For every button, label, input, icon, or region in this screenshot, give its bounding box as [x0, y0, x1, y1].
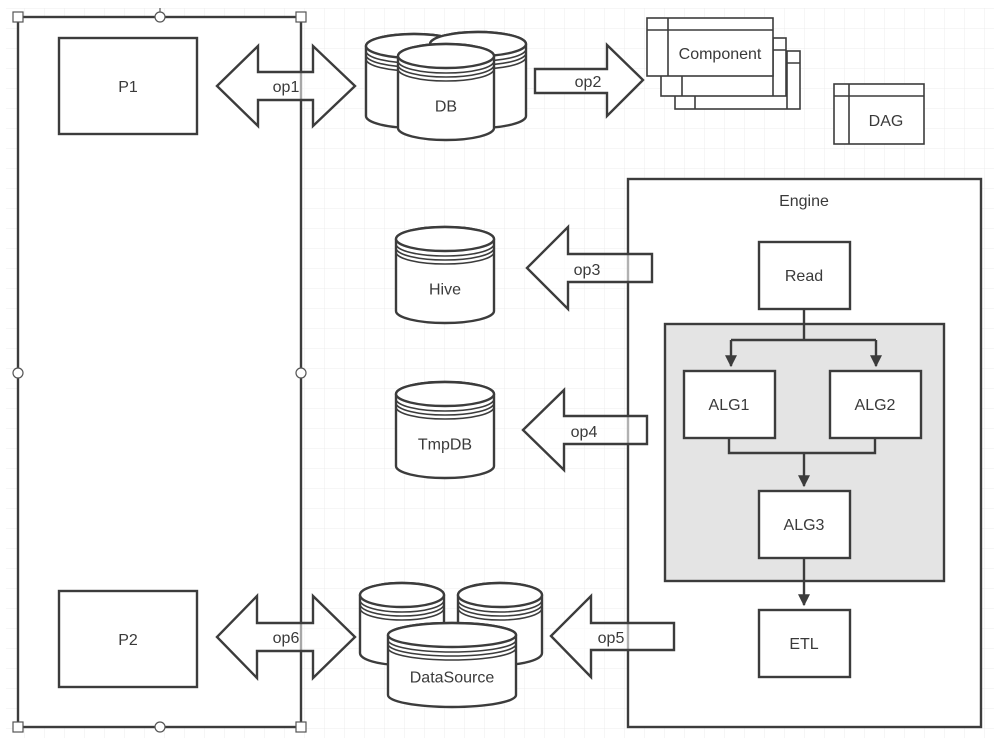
step-etl-label: ETL — [789, 636, 818, 653]
step-alg1-label: ALG1 — [709, 397, 750, 414]
handle-left[interactable] — [12, 367, 24, 379]
handle-bottom-right[interactable] — [295, 721, 307, 733]
handle-top-right[interactable] — [295, 11, 307, 23]
tmpdb-cylinder: TmpDB — [394, 380, 496, 480]
db-cylinder-front-label: DB — [435, 98, 457, 115]
database-hive[interactable]: Hive — [394, 225, 496, 325]
handle-bottom[interactable] — [154, 721, 166, 733]
db-cylinder-front: DB — [396, 42, 496, 142]
arrow-op3-label: op3 — [574, 262, 601, 279]
arrow-op6-label: op6 — [273, 630, 300, 647]
diagram-canvas[interactable]: P1 P2 Engine op1 DB op2 Component DAG Hi… — [0, 0, 1000, 744]
step-etl[interactable]: ETL — [757, 608, 852, 679]
handle-right[interactable] — [295, 367, 307, 379]
dag-label: DAG — [869, 113, 904, 130]
arrow-op4-label: op4 — [571, 424, 598, 441]
step-read[interactable]: Read — [757, 240, 852, 311]
process-p2-label: P2 — [118, 632, 138, 649]
process-p1-label: P1 — [118, 79, 138, 96]
process-p2[interactable]: P2 — [57, 589, 199, 689]
step-alg3-label: ALG3 — [784, 517, 825, 534]
hive-cylinder: Hive — [394, 225, 496, 325]
component-dag[interactable]: DAG — [833, 83, 925, 145]
arrow-op2-label: op2 — [575, 74, 602, 91]
database-tmpdb[interactable]: TmpDB — [394, 380, 496, 480]
datasource-cylinder-front: DataSource — [386, 621, 518, 709]
step-alg1[interactable]: ALG1 — [682, 369, 777, 440]
step-read-label: Read — [785, 268, 823, 285]
component-main[interactable]: Component — [646, 17, 774, 77]
tmpdb-cylinder-label: TmpDB — [418, 436, 472, 453]
database-db[interactable]: DB — [364, 30, 528, 142]
step-alg2[interactable]: ALG2 — [828, 369, 923, 440]
arrow-op1-label: op1 — [273, 79, 300, 96]
component-label: Component — [679, 46, 762, 63]
handle-top-left[interactable] — [12, 11, 24, 23]
engine-title: Engine — [779, 193, 829, 210]
step-alg3[interactable]: ALG3 — [757, 489, 852, 560]
hive-cylinder-label: Hive — [429, 281, 461, 298]
process-p1[interactable]: P1 — [57, 36, 199, 136]
arrow-op5-label: op5 — [598, 630, 625, 647]
step-alg2-label: ALG2 — [855, 397, 896, 414]
datasource-cylinder-front-label: DataSource — [410, 669, 495, 686]
handle-top[interactable] — [154, 11, 166, 23]
handle-bottom-left[interactable] — [12, 721, 24, 733]
